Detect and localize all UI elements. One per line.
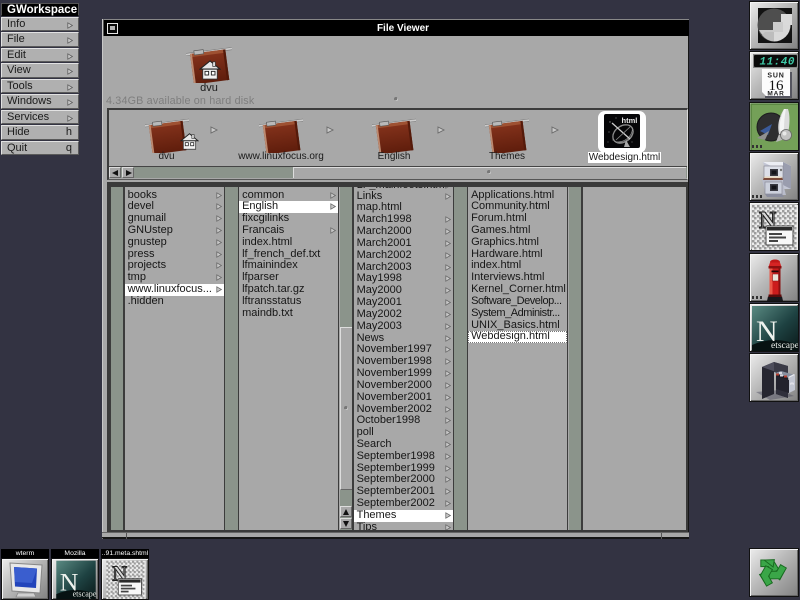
svg-text:11:40: 11:40 xyxy=(759,57,795,69)
svg-text:MAR: MAR xyxy=(767,91,784,98)
svg-text:etscape: etscape xyxy=(73,590,97,599)
svg-text:html: html xyxy=(622,116,638,125)
svg-text:etscape: etscape xyxy=(771,341,799,351)
